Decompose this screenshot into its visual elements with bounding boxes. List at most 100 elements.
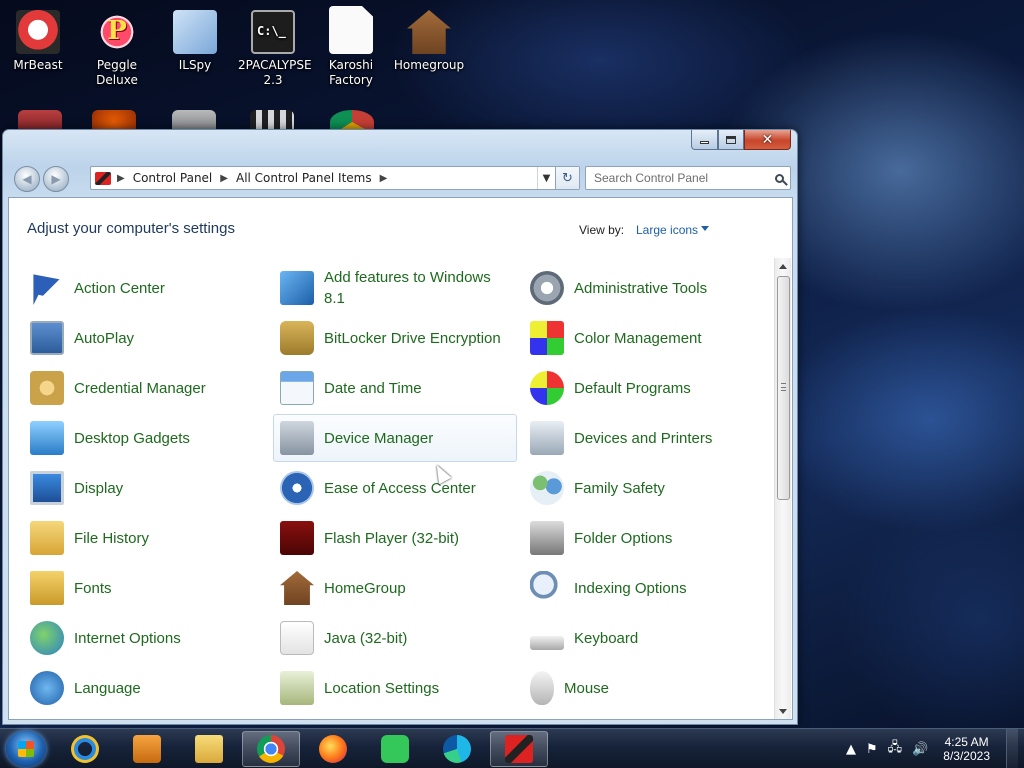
breadcrumb-chevron-icon[interactable]: ▶	[220, 173, 228, 184]
minimize-icon	[700, 141, 709, 144]
taskbar-internet-explorer[interactable]	[56, 731, 114, 767]
taskbar-edge[interactable]	[428, 731, 486, 767]
taskbar-firefox[interactable]	[304, 731, 362, 767]
search-box[interactable]	[585, 166, 791, 190]
cp-item-administrative-tools[interactable]: Administrative Tools	[523, 264, 767, 312]
cp-item-internet-options[interactable]: Internet Options	[23, 614, 267, 662]
cp-item-label: Devices and Printers	[574, 429, 713, 447]
cp-item-default-programs[interactable]: Default Programs	[523, 364, 767, 412]
cp-item-location-settings[interactable]: Location Settings	[273, 664, 517, 712]
cp-item-java-32-bit[interactable]: Java (32-bit)	[273, 614, 517, 662]
close-button[interactable]: ✕	[744, 130, 791, 150]
action-center-flag-icon[interactable]: ⚑	[866, 742, 878, 757]
location-settings-icon	[280, 671, 314, 705]
cp-item-label: Action Center	[74, 279, 165, 297]
forward-button[interactable]: ▶	[43, 166, 69, 192]
bitlocker-icon	[280, 321, 314, 355]
cp-item-add-features-to-windows-8-1[interactable]: Add features to Windows 8.1	[273, 264, 517, 312]
cp-item-flash-player-32-bit[interactable]: Flash Player (32-bit)	[273, 514, 517, 562]
desktop-icon-label: 2PACALYPSE 2.3	[238, 58, 312, 87]
search-input[interactable]	[586, 167, 768, 189]
cp-item-date-and-time[interactable]: Date and Time	[273, 364, 517, 412]
scrollbar-thumb[interactable]	[777, 276, 790, 500]
desktop-icon-label: Karoshi Factory	[328, 58, 374, 87]
taskbar-app-green[interactable]	[366, 731, 424, 767]
volume-icon[interactable]: 🔊	[912, 742, 928, 757]
cp-item-homegroup[interactable]: HomeGroup	[273, 564, 517, 612]
cp-item-label: Color Management	[574, 329, 702, 347]
view-by-dropdown[interactable]: Large icons	[636, 223, 698, 237]
search-icon[interactable]	[768, 173, 790, 183]
cp-item-display[interactable]: Display	[23, 464, 267, 512]
clock[interactable]: 4:25 AM 8/3/2023	[943, 735, 990, 763]
taskbar-media-player[interactable]	[118, 731, 176, 767]
address-bar[interactable]: ▶ Control Panel ▶ All Control Panel Item…	[90, 166, 580, 190]
cp-item-file-history[interactable]: File History	[23, 514, 267, 562]
cp-item-indexing-options[interactable]: Indexing Options	[523, 564, 767, 612]
desktop-icon-karoshi[interactable]: Karoshi Factory	[313, 6, 389, 88]
breadcrumb-control-panel[interactable]: Control Panel	[133, 171, 213, 185]
maximize-icon	[726, 135, 736, 144]
cp-item-credential-manager[interactable]: Credential Manager	[23, 364, 267, 412]
cp-item-label: Indexing Options	[574, 579, 687, 597]
network-icon[interactable]: 🖧	[888, 738, 903, 760]
cp-item-autoplay[interactable]: AutoPlay	[23, 314, 267, 362]
terminal-app-icon	[251, 10, 295, 54]
desktop-icon-2pacalypse[interactable]: 2PACALYPSE 2.3	[235, 10, 312, 88]
minimize-button[interactable]	[691, 130, 718, 150]
breadcrumb-all-items[interactable]: All Control Panel Items	[236, 171, 372, 185]
cp-item-devices-and-printers[interactable]: Devices and Printers	[523, 414, 767, 462]
taskbar: ▲ ⚑ 🖧 🔊 4:25 AM 8/3/2023	[0, 728, 1024, 768]
cp-item-folder-options[interactable]: Folder Options	[523, 514, 767, 562]
cp-item-fonts[interactable]: Fonts	[23, 564, 267, 612]
cp-item-color-management[interactable]: Color Management	[523, 314, 767, 362]
control-panel-icon	[505, 735, 533, 763]
cp-item-label: Credential Manager	[74, 379, 206, 397]
cp-item-ease-of-access-center[interactable]: Ease of Access Center	[273, 464, 517, 512]
chevron-down-icon[interactable]	[701, 226, 709, 231]
cp-item-label: Display	[74, 479, 124, 497]
taskbar-file-explorer[interactable]	[180, 731, 238, 767]
refresh-button[interactable]: ↻	[555, 167, 579, 189]
cp-item-device-manager[interactable]: Device Manager	[273, 414, 517, 462]
view-by-label: View by:	[579, 223, 625, 237]
cp-item-label: BitLocker Drive Encryption	[324, 329, 501, 347]
desktop-icon-label: Peggle Deluxe	[96, 58, 138, 87]
show-hidden-icons-icon[interactable]: ▲	[846, 742, 856, 757]
desktop-icon-ilspy[interactable]: ILSpy	[157, 10, 233, 73]
scroll-up-icon[interactable]	[779, 264, 787, 269]
cp-item-action-center[interactable]: Action Center	[23, 264, 267, 312]
taskbar-chrome[interactable]	[242, 731, 300, 767]
desktop-icon-mrbeast[interactable]: MrBeast	[0, 10, 76, 73]
close-icon: ✕	[761, 131, 774, 148]
cp-item-mouse[interactable]: Mouse	[523, 664, 767, 712]
keyboard-icon	[530, 636, 564, 650]
internet-explorer-icon	[71, 735, 99, 763]
caption-buttons: ✕	[691, 130, 791, 150]
java-icon	[280, 621, 314, 655]
content-pane: Adjust your computer's settings View by:…	[8, 197, 793, 720]
cp-item-bitlocker-drive-encryption[interactable]: BitLocker Drive Encryption	[273, 314, 517, 362]
cp-item-keyboard[interactable]: Keyboard	[523, 614, 767, 662]
maximize-button[interactable]	[718, 130, 744, 150]
desktop-icon-peggle[interactable]: Peggle Deluxe	[79, 10, 155, 88]
cp-item-desktop-gadgets[interactable]: Desktop Gadgets	[23, 414, 267, 462]
flash-player-icon	[280, 521, 314, 555]
credential-vault-icon	[30, 371, 64, 405]
file-history-icon	[30, 521, 64, 555]
taskbar-control-panel[interactable]	[490, 731, 548, 767]
breadcrumb-chevron-icon[interactable]: ▶	[117, 173, 125, 184]
clock-time: 4:25 AM	[944, 735, 989, 749]
breadcrumb-chevron-icon[interactable]: ▶	[380, 173, 388, 184]
cp-item-family-safety[interactable]: Family Safety	[523, 464, 767, 512]
cp-item-language[interactable]: Language	[23, 664, 267, 712]
desktop-icon-homegroup[interactable]: Homegroup	[391, 10, 467, 73]
show-desktop-button[interactable]	[1006, 729, 1018, 768]
back-button[interactable]: ◀	[14, 166, 40, 192]
address-history-dropdown[interactable]: ▼	[537, 167, 555, 189]
cp-item-label: Java (32-bit)	[324, 629, 408, 647]
monitor-icon	[30, 471, 64, 505]
scroll-down-icon[interactable]	[779, 709, 787, 714]
vertical-scrollbar[interactable]	[774, 258, 791, 719]
start-button[interactable]	[6, 731, 46, 767]
